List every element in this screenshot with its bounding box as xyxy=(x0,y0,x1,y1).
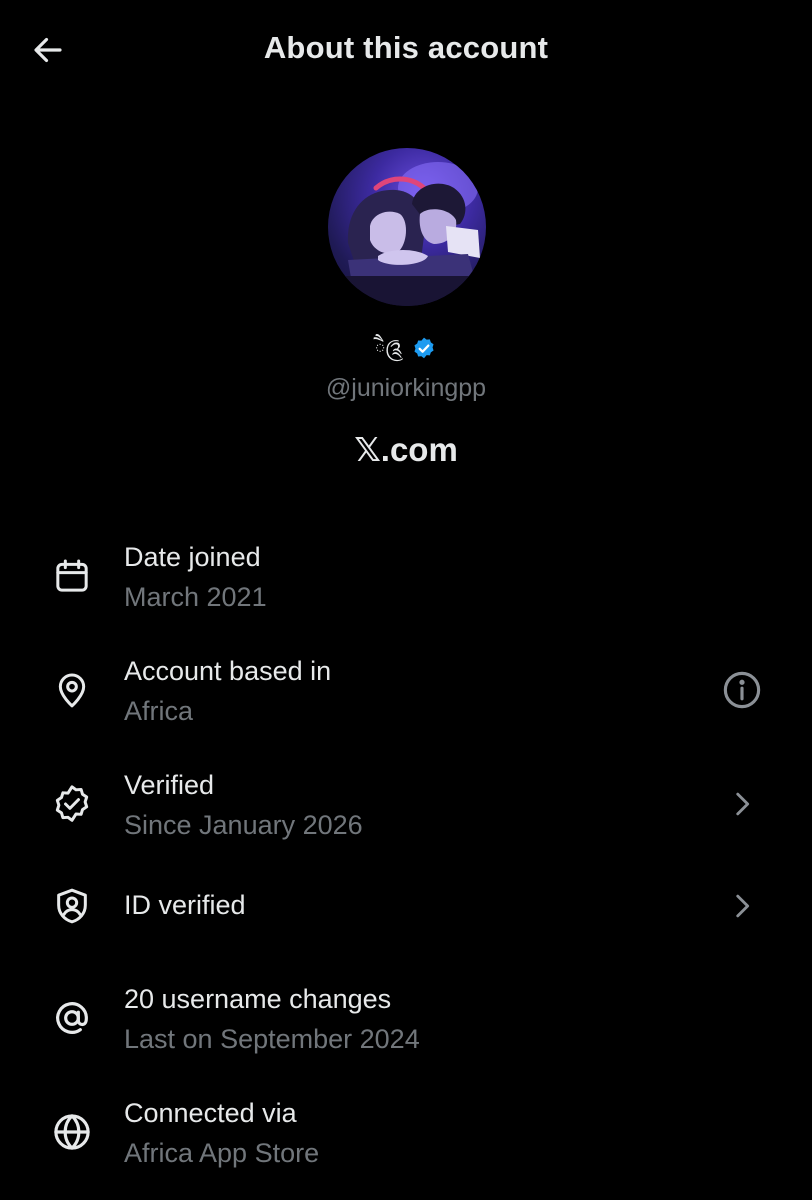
username-changes-value: Last on September 2024 xyxy=(124,1024,420,1054)
chevron-right-icon xyxy=(720,884,764,928)
at-sign-icon xyxy=(50,996,94,1040)
verified-badge-icon xyxy=(414,337,434,359)
info-icon xyxy=(723,671,761,709)
location-pin-icon xyxy=(50,668,94,712)
verified-badge-outline-icon xyxy=(50,782,94,826)
connected-via-value: Africa App Store xyxy=(124,1138,320,1168)
info-row-date-joined: Date joined March 2021 xyxy=(0,528,812,628)
info-row-connected-via: Connected via Africa App Store xyxy=(0,1084,812,1184)
page-title: About this account xyxy=(263,30,549,65)
display-name: ཻ༊ xyxy=(374,337,404,361)
avatar[interactable] xyxy=(328,148,486,306)
info-row-username-changes: 20 username changes Last on September 20… xyxy=(0,970,812,1070)
connected-via-label: Connected via xyxy=(124,1098,297,1128)
globe-icon xyxy=(50,1110,94,1154)
shield-user-icon xyxy=(50,884,94,928)
info-button[interactable] xyxy=(720,668,764,712)
calendar-icon xyxy=(50,554,94,598)
based-in-label: Account based in xyxy=(124,656,332,686)
display-name-row: ཻ༊ xyxy=(0,333,812,365)
date-joined-value: March 2021 xyxy=(124,582,267,612)
id-verified-label: ID verified xyxy=(124,890,246,920)
info-row-verified[interactable]: Verified Since January 2026 xyxy=(0,756,812,856)
verified-label: Verified xyxy=(124,770,215,800)
based-in-value: Africa xyxy=(124,696,194,726)
about-account-screen: About this account ཻ༊ @juniorkingpp 𝕏.co… xyxy=(0,0,812,1200)
info-row-based-in: Account based in Africa xyxy=(0,642,812,742)
chevron-right-icon xyxy=(720,782,764,826)
handle: @juniorkingpp xyxy=(325,374,487,402)
date-joined-label: Date joined xyxy=(124,542,261,572)
site-link[interactable]: 𝕏.com xyxy=(0,430,812,469)
info-row-id-verified[interactable]: ID verified xyxy=(0,870,812,944)
username-changes-label: 20 username changes xyxy=(124,984,392,1014)
verified-value: Since January 2026 xyxy=(124,810,363,840)
